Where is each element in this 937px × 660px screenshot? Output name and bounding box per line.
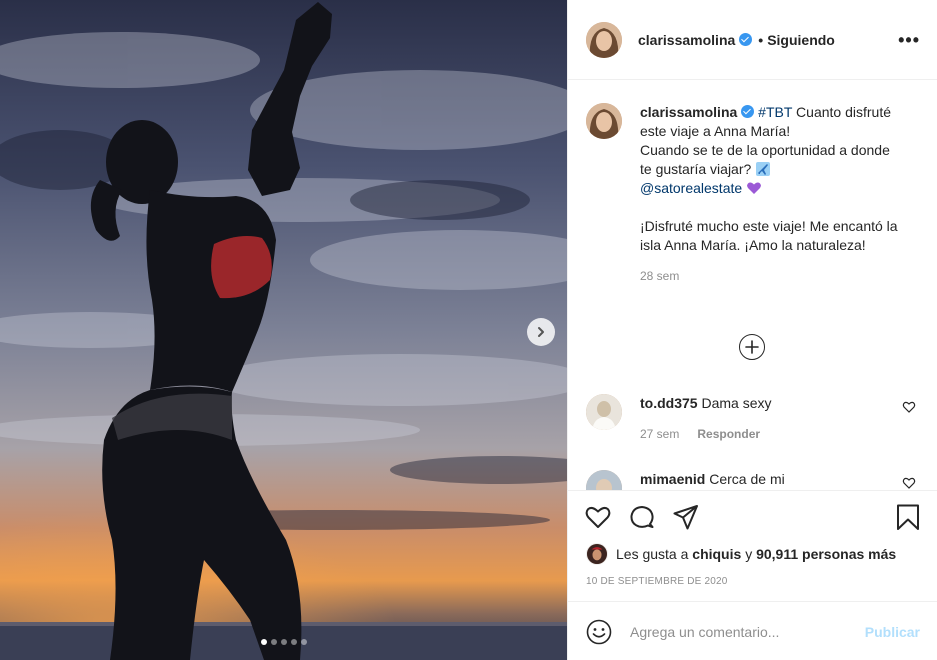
reply-button[interactable]: Responder xyxy=(697,427,760,441)
avatar[interactable] xyxy=(586,543,608,565)
carousel-dot xyxy=(290,639,297,645)
airplane-emoji-icon xyxy=(756,162,771,176)
carousel-dot xyxy=(300,639,307,645)
bookmark-icon[interactable] xyxy=(894,503,922,531)
avatar[interactable] xyxy=(586,394,622,430)
comment-username[interactable]: mimaenid xyxy=(640,471,705,487)
caption-text: ¡Disfruté mucho este viaje! Me encantó l… xyxy=(640,218,898,253)
hashtag-link[interactable]: #TBT xyxy=(758,104,792,120)
carousel-dot xyxy=(260,639,267,645)
instagram-post: clarissamolina • Siguiendo ••• clarissam… xyxy=(0,0,937,660)
avatar[interactable] xyxy=(586,21,622,58)
next-slide-button[interactable] xyxy=(527,318,555,346)
post-header: clarissamolina • Siguiendo ••• xyxy=(568,0,937,80)
carousel-dot xyxy=(280,639,287,645)
likes-prefix: Les gusta a xyxy=(616,546,689,562)
add-comment-bar: Publicar xyxy=(568,601,937,660)
comment-input[interactable] xyxy=(630,623,850,640)
liker-username[interactable]: chiquis xyxy=(692,546,741,562)
load-more-comments-button[interactable] xyxy=(739,334,765,360)
carousel-dot xyxy=(270,639,277,645)
plus-circle-icon xyxy=(745,340,759,354)
verified-badge-icon xyxy=(739,33,753,46)
comment-username[interactable]: to.dd375 xyxy=(640,395,698,411)
purple-heart-emoji-icon xyxy=(747,182,761,194)
share-icon[interactable] xyxy=(672,503,700,531)
likes-count[interactable]: 90,911 personas más xyxy=(756,546,896,562)
smiley-icon[interactable] xyxy=(586,619,612,645)
comments-list[interactable]: clarissamolina #TBT Cuanto disfruté este… xyxy=(568,81,937,490)
comment-text: Dama sexy xyxy=(701,395,772,411)
comment-time[interactable]: 27 sem xyxy=(640,427,679,441)
chevron-right-icon xyxy=(538,327,544,337)
comment-like-heart-icon[interactable] xyxy=(902,476,916,490)
more-options-icon[interactable]: ••• xyxy=(898,30,920,51)
comment-item: mimaenid Cerca de mi xyxy=(586,470,920,490)
heart-icon[interactable] xyxy=(584,503,612,531)
comment-item: to.dd375 Dama sexy 27 sem Responder xyxy=(586,394,920,444)
likes-summary: Les gusta a chiquis y 90,911 personas má… xyxy=(586,543,896,565)
following-button[interactable]: Siguiendo xyxy=(767,32,835,48)
caption-username[interactable]: clarissamolina xyxy=(640,104,737,120)
post-date[interactable]: 10 DE SEPTIEMBRE DE 2020 xyxy=(586,576,728,587)
likes-conj: y xyxy=(745,546,753,562)
action-icons xyxy=(584,503,924,533)
caption-time[interactable]: 28 sem xyxy=(640,269,679,283)
comment-icon[interactable] xyxy=(628,503,656,531)
verified-badge-icon xyxy=(741,105,755,118)
post-caption: clarissamolina #TBT Cuanto disfruté este… xyxy=(586,103,920,286)
avatar[interactable] xyxy=(586,470,622,490)
post-side-panel: clarissamolina • Siguiendo ••• clarissam… xyxy=(567,0,937,660)
publish-button[interactable]: Publicar xyxy=(865,624,920,640)
carousel-indicator xyxy=(0,639,567,645)
avatar[interactable] xyxy=(586,103,622,139)
post-author-username[interactable]: clarissamolina xyxy=(638,32,735,48)
post-photo xyxy=(0,0,567,660)
post-actions: Les gusta a chiquis y 90,911 personas má… xyxy=(568,490,937,660)
comment-text: Cerca de mi xyxy=(709,471,785,487)
comment-like-heart-icon[interactable] xyxy=(902,400,916,414)
post-media[interactable] xyxy=(0,0,567,660)
mention-link[interactable]: @satorealestate xyxy=(640,180,742,196)
caption-body: clarissamolina #TBT Cuanto disfruté este… xyxy=(640,103,902,286)
separator: • xyxy=(758,31,764,48)
